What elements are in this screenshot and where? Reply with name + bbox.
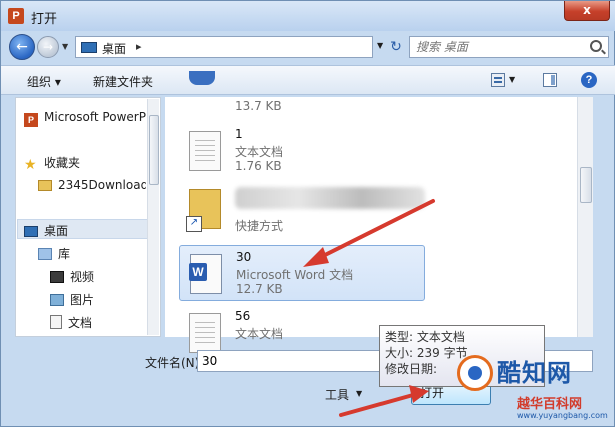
word-document-icon [189,254,222,294]
title-bar: P 打开 x [1,1,615,31]
file-list-scrollbar[interactable] [577,97,593,337]
library-icon [38,248,52,260]
shortcut-icon [186,189,221,232]
close-button[interactable]: x [564,1,610,21]
watermark-site: 越华百科网 [517,397,583,412]
file-size: 1.76 KB [235,159,282,173]
desktop-icon [81,42,97,53]
sidebar-item-videos[interactable]: 视频 [50,268,146,285]
sidebar-scrollbar[interactable] [147,99,159,335]
sidebar-item-pictures[interactable]: 图片 [50,291,146,308]
open-dialog: P 打开 x ← → ▼ 桌面 ▸ ▼ ↻ 组织 ▾ 新建文件夹 ▼ ? P Mi… [0,0,615,427]
file-list-scrollbar-thumb[interactable] [580,167,592,203]
watermark: 酷知网 越华百科网 www.yuyangbang.com [457,351,613,425]
file-size: 13.7 KB [235,99,282,113]
sidebar-item-documents[interactable]: 文档 [50,314,146,331]
search-box[interactable] [409,36,609,58]
search-input[interactable] [416,39,576,55]
preview-pane-icon[interactable] [543,73,557,87]
help-icon[interactable]: ? [581,72,597,88]
star-icon: ★ [24,157,37,172]
file-item-selected[interactable]: 30 Microsoft Word 文档 12.7 KB [179,245,425,301]
file-type: Microsoft Word 文档 [236,268,354,282]
address-dropdown-icon[interactable]: ▼ [377,41,383,50]
search-icon[interactable] [590,40,602,52]
application-file-icon [189,71,215,85]
address-bar[interactable]: 桌面 ▸ [75,36,373,58]
file-name: 30 [236,250,252,264]
sidebar-item-label: 库 [58,247,71,261]
sidebar-item-label: 视频 [70,270,95,284]
history-chevron-down-icon[interactable]: ▼ [62,42,68,51]
sidebar-item-downloads[interactable]: 2345Downloads [38,178,146,192]
file-item[interactable]: 13.7 KB [179,71,425,119]
folder-icon [38,180,52,191]
window-title: 打开 [31,12,58,27]
document-icon [50,315,62,329]
tooltip-type: 类型: 文本文档 [385,330,465,344]
new-folder-button[interactable]: 新建文件夹 [93,73,153,90]
navigation-bar: ← → ▼ 桌面 ▸ ▼ ↻ [1,31,615,63]
powerpoint-icon: P [24,113,38,127]
sidebar-item-library[interactable]: 库 [38,245,160,262]
file-item[interactable]: 快捷方式 [179,181,425,237]
watermark-logo-icon [457,355,493,391]
view-options-icon[interactable] [491,73,505,87]
file-type: 文本文档 [235,145,284,159]
sidebar-scrollbar-thumb[interactable] [149,115,159,185]
refresh-button[interactable]: ↻ [385,36,407,58]
forward-button[interactable]: → [37,36,59,58]
tools-dropdown-icon[interactable]: ▼ [356,389,362,398]
picture-icon [50,294,64,306]
address-text[interactable]: 桌面 [102,40,126,57]
desktop-icon [24,226,38,237]
file-list: 13.7 KB 1 文本文档 1.76 KB 快捷方式 30 Microsoft… [165,71,593,353]
sidebar-item-label: 桌面 [44,224,69,238]
video-icon [50,271,64,283]
tools-button[interactable]: 工具 [325,386,349,403]
file-item[interactable]: 1 文本文档 1.76 KB [179,123,425,179]
navigation-pane: P Microsoft PowerPoint ★ 收藏夹 2345Downloads… [15,97,161,337]
sidebar-item-label: 2345Downloads [58,178,146,192]
sidebar-item-favorites[interactable]: ★ 收藏夹 [24,154,146,172]
view-dropdown-icon[interactable]: ▼ [509,75,515,84]
file-name: 1 [235,127,243,141]
sidebar-item-label: Microsoft PowerPoint [44,110,146,124]
powerpoint-app-icon: P [8,8,24,24]
address-separator-icon[interactable]: ▸ [136,40,142,53]
sidebar-item-powerpoint[interactable]: P Microsoft PowerPoint [24,110,146,127]
file-name: 56 [235,309,251,323]
file-type: 快捷方式 [235,219,284,233]
watermark-brand: 酷知网 [497,359,572,387]
sidebar-item-label: 收藏夹 [44,156,81,170]
back-button[interactable]: ← [9,34,35,60]
sidebar-item-label: 图片 [70,293,95,307]
filename-label: 文件名(N): [145,356,204,370]
blurred-file-name [235,187,425,209]
sidebar-item-desktop[interactable]: 桌面 [24,222,146,239]
sidebar-item-label: 文档 [68,316,93,330]
text-file-icon [189,131,221,171]
organize-button[interactable]: 组织 ▾ [27,73,61,90]
file-size: 12.7 KB [236,282,283,296]
watermark-url: www.yuyangbang.com [517,411,608,420]
